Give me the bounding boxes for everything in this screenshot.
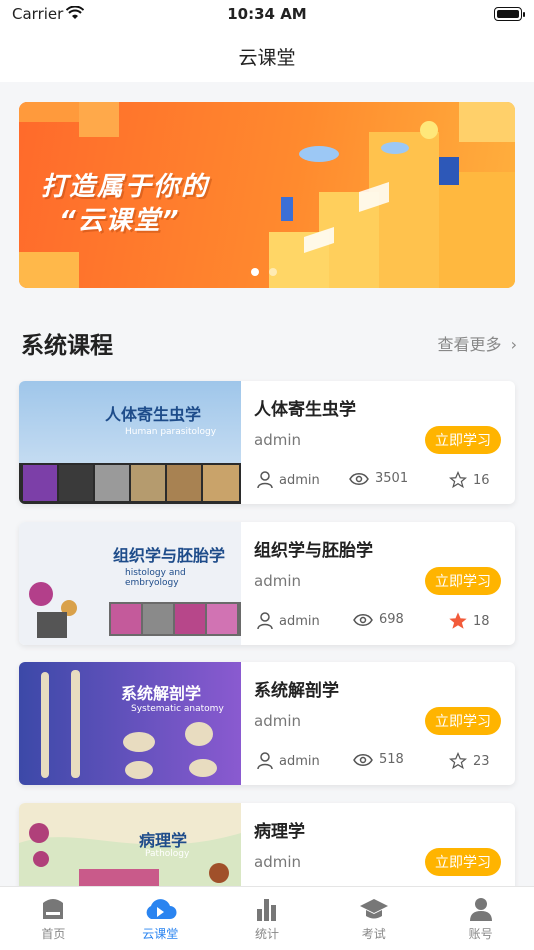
tab-exam[interactable]: 考试 (320, 887, 427, 950)
meta-views: 518 (353, 752, 404, 767)
meta-author-label: admin (279, 472, 320, 488)
tab-cloud-classroom[interactable]: 云课堂 (107, 887, 214, 950)
meta-views: 3501 (349, 471, 408, 486)
course-card[interactable]: 人体寄生虫学 Human parasitology 人体寄生虫学 admin 立… (19, 381, 515, 504)
views-count: 518 (379, 752, 404, 767)
section-title: 系统课程 (21, 333, 113, 359)
cloud-icon (146, 899, 177, 919)
tab-account[interactable]: 账号 (427, 887, 534, 950)
tab-label: 统计 (254, 927, 279, 941)
star-outline-icon (449, 752, 467, 770)
meta-author: admin (257, 612, 320, 630)
meta-stars[interactable]: 23 (449, 752, 490, 770)
thumbnail-subtitle: Pathology (145, 849, 190, 859)
banner-subheadline: “云课堂” (59, 206, 181, 236)
user-icon (469, 898, 492, 921)
thumbnail-subtitle: Human parasitology (125, 427, 217, 437)
meta-stars[interactable]: 18 (449, 612, 490, 630)
start-learning-button[interactable]: 立即学习 (425, 707, 501, 735)
meta-author: admin (257, 752, 320, 770)
thumbnail-subtitle: Systematic anatomy (131, 704, 224, 714)
graduation-cap-icon (359, 899, 388, 919)
thumbnail-title: 病理学 (139, 831, 188, 850)
user-icon (257, 612, 273, 630)
thumbnail-title: 系统解剖学 (121, 684, 202, 703)
course-author: admin (254, 853, 301, 871)
views-count: 698 (379, 612, 404, 627)
course-title: 组织学与胚胎学 (254, 541, 373, 561)
bar-chart-icon (256, 899, 276, 921)
course-card[interactable]: 组织学与胚胎学 histology and embryology 组织学与胚胎学… (19, 522, 515, 645)
banner-carousel[interactable]: 打造属于你的 “云课堂” (19, 102, 515, 288)
course-card[interactable]: 系统解剖学 Systematic anatomy 系统解剖学 admin 立即学… (19, 662, 515, 785)
start-learning-button[interactable]: 立即学习 (425, 426, 501, 454)
star-outline-icon (449, 471, 467, 489)
carousel-dot[interactable] (269, 268, 277, 276)
course-author: admin (254, 572, 301, 590)
course-title: 系统解剖学 (254, 681, 339, 701)
meta-author-label: admin (279, 613, 320, 629)
tab-label: 云课堂 (142, 927, 179, 941)
view-more-label: 查看更多 (437, 335, 502, 354)
star-filled-icon (449, 612, 467, 629)
meta-author-label: admin (279, 753, 320, 769)
home-icon (43, 899, 64, 919)
meta-author: admin (257, 471, 320, 489)
course-thumbnail: 人体寄生虫学 Human parasitology (19, 381, 241, 504)
tab-statistics[interactable]: 统计 (214, 887, 321, 950)
carousel-dots (251, 268, 277, 276)
course-title: 病理学 (254, 822, 305, 842)
start-learning-button[interactable]: 立即学习 (425, 848, 501, 876)
eye-icon (353, 613, 373, 626)
banner-headline: 打造属于你的 (41, 172, 210, 202)
eye-icon (353, 753, 373, 766)
meta-views: 698 (353, 612, 404, 627)
user-icon (257, 471, 273, 489)
meta-stars[interactable]: 16 (449, 471, 490, 489)
chevron-right-icon: › (510, 335, 517, 354)
tab-home[interactable]: 首页 (0, 887, 107, 950)
thumbnail-title: 组织学与胚胎学 (113, 546, 226, 565)
section-header: 系统课程 查看更多 › (21, 322, 517, 359)
stars-count: 16 (473, 472, 490, 488)
course-thumbnail: 系统解剖学 Systematic anatomy (19, 662, 241, 785)
carousel-dot[interactable] (251, 268, 259, 276)
tab-label: 账号 (468, 927, 493, 941)
stars-count: 18 (473, 613, 490, 629)
course-author: admin (254, 431, 301, 449)
course-title: 人体寄生虫学 (254, 400, 356, 420)
thumbnail-subtitle: histology and embryology (125, 568, 186, 588)
user-icon (257, 752, 273, 770)
start-learning-button[interactable]: 立即学习 (425, 567, 501, 595)
tab-bar: 首页 云课堂 统计 考试 账号 (0, 886, 534, 950)
battery-icon (494, 7, 525, 21)
stars-count: 23 (473, 753, 490, 769)
status-bar: Carrier 10:34 AM (0, 0, 534, 30)
course-thumbnail: 组织学与胚胎学 histology and embryology (19, 522, 241, 645)
thumbnail-title: 人体寄生虫学 (105, 405, 202, 424)
tab-label: 考试 (361, 927, 386, 941)
course-author: admin (254, 712, 301, 730)
page-title: 云课堂 (238, 46, 296, 69)
clock: 10:34 AM (227, 5, 307, 23)
views-count: 3501 (375, 471, 409, 486)
nav-bar: 云课堂 (0, 30, 534, 82)
view-more-link[interactable]: 查看更多 › (437, 331, 517, 355)
eye-icon (349, 472, 369, 485)
tab-label: 首页 (41, 927, 66, 941)
